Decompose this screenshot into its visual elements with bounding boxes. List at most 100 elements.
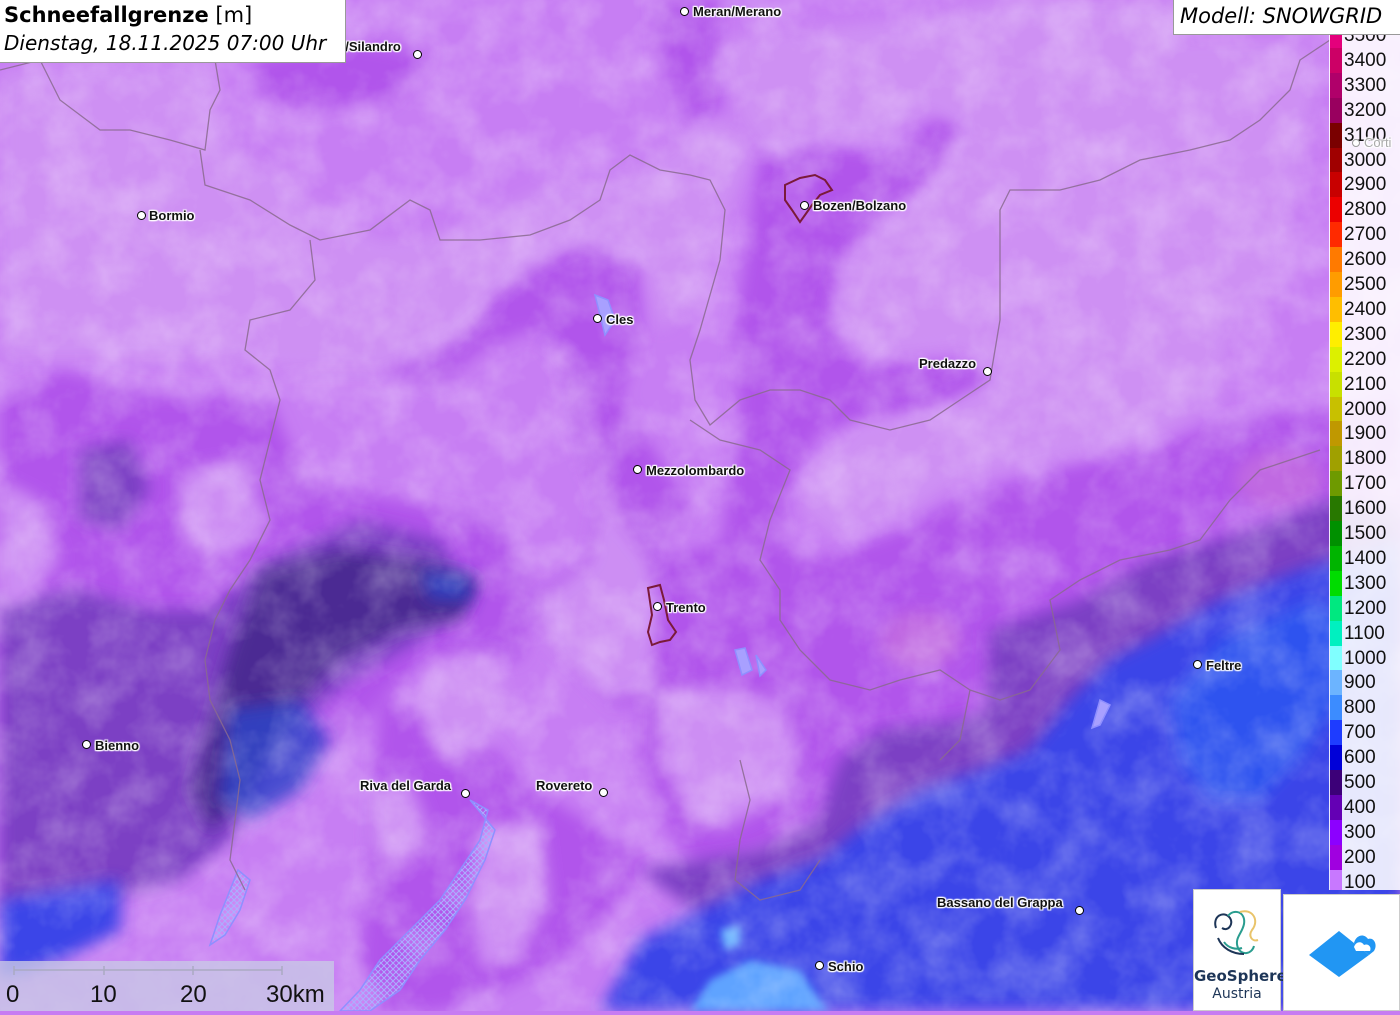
city-dot-bienno[interactable] <box>82 740 91 749</box>
legend-label: 700 <box>1344 722 1376 744</box>
city-dot-trento[interactable] <box>653 602 662 611</box>
legend-swatch <box>1330 122 1342 148</box>
geosphere-emblem-icon <box>1214 910 1259 955</box>
legend-swatch <box>1330 272 1342 297</box>
title-box: Schneefallgrenze [m] Dienstag, 18.11.202… <box>0 0 346 63</box>
scale-label-20: 20 <box>180 981 207 1008</box>
legend-row: 2800 <box>1329 197 1400 223</box>
legend-swatch <box>1330 72 1342 98</box>
legend-swatch <box>1330 496 1342 522</box>
legend-swatch <box>1330 844 1342 870</box>
legend-label: 800 <box>1344 697 1376 719</box>
legend-swatch <box>1330 371 1342 397</box>
legend-label: 3300 <box>1344 74 1387 96</box>
legend-label: 2500 <box>1344 274 1387 295</box>
legend-row: 1700 <box>1329 471 1400 497</box>
city-dot-bormio[interactable] <box>137 211 146 220</box>
city-label-bienno[interactable]: Bienno <box>95 739 139 753</box>
legend-swatch <box>1330 197 1342 223</box>
city-dot-schio[interactable] <box>815 961 824 970</box>
legend-row: 2100 <box>1329 371 1400 397</box>
scale-label-0: 0 <box>6 981 20 1008</box>
forecast-datetime: Dienstag, 18.11.2025 07:00 Uhr <box>4 31 327 55</box>
legend-label: 1700 <box>1344 473 1387 495</box>
city-dot-predazzo[interactable] <box>983 367 992 376</box>
legend-label: 2100 <box>1344 373 1387 395</box>
legend-row: 100 <box>1329 869 1400 890</box>
legend-swatch <box>1330 471 1342 497</box>
legend-swatch <box>1330 869 1342 890</box>
city-label-bolzano[interactable]: Bozen/Bolzano <box>813 199 906 213</box>
geosphere-logo-line1: GeoSphere <box>1194 967 1287 985</box>
legend-swatch <box>1330 745 1342 771</box>
city-label-predazzo[interactable]: Predazzo <box>919 357 976 371</box>
legend-swatch <box>1330 346 1342 372</box>
legend-swatch <box>1330 670 1342 696</box>
legend-row: 2400 <box>1329 296 1400 322</box>
scale-label-10: 10 <box>90 981 117 1008</box>
legend-label: 900 <box>1344 672 1376 694</box>
legend-label: 2800 <box>1344 199 1387 221</box>
city-label-feltre[interactable]: Feltre <box>1206 659 1241 673</box>
legend-swatch <box>1330 247 1342 273</box>
legend-swatch <box>1330 35 1342 48</box>
city-label-mezzolombardo[interactable]: Mezzolombardo <box>646 464 744 478</box>
legend-row: 800 <box>1329 695 1400 721</box>
city-dot-cles[interactable] <box>593 314 602 323</box>
legend-label: 1600 <box>1344 498 1387 520</box>
legend-label: 2300 <box>1344 323 1387 345</box>
legend-swatch <box>1330 620 1342 646</box>
scale-bar: 0 10 20 30km <box>0 961 334 1011</box>
legend-label: 1100 <box>1344 622 1385 644</box>
city-dot-bolzano[interactable] <box>800 201 809 210</box>
legend-row: 1400 <box>1329 545 1400 571</box>
snowline-map[interactable] <box>0 0 1400 1011</box>
city-label-riva[interactable]: Riva del Garda <box>360 779 451 793</box>
legend-row: 700 <box>1329 720 1400 746</box>
city-dot-rovereto[interactable] <box>599 788 608 797</box>
legend-label: 1500 <box>1344 523 1387 544</box>
legend-row: 2300 <box>1329 321 1400 347</box>
scale-label-30km: 30km <box>266 981 325 1008</box>
legend-label: 3500 <box>1344 35 1387 46</box>
city-label-merano[interactable]: Meran/Merano <box>693 5 781 19</box>
city-dot-feltre[interactable] <box>1193 660 1202 669</box>
city-label-rovereto[interactable]: Rovereto <box>536 779 592 793</box>
legend-swatch <box>1330 521 1342 546</box>
app-logo[interactable] <box>1283 894 1400 1011</box>
legend-label: 1000 <box>1344 647 1387 669</box>
legend-row: 3200 <box>1329 97 1400 123</box>
legend-label: 100 <box>1344 871 1376 890</box>
legend-row: 1000 <box>1329 645 1400 671</box>
city-dot-mezzolombardo[interactable] <box>633 465 642 474</box>
legend-label: 2000 <box>1344 398 1387 420</box>
city-label-bormio[interactable]: Bormio <box>149 209 195 223</box>
city-label-cortina[interactable]: Corti <box>1364 136 1391 150</box>
city-label-schio[interactable]: Schio <box>828 960 863 974</box>
legend-label: 3200 <box>1344 99 1387 121</box>
legend-swatch <box>1330 321 1342 347</box>
legend-row: 3300 <box>1329 72 1400 98</box>
legend-label: 1300 <box>1344 572 1387 594</box>
legend-swatch <box>1330 695 1342 721</box>
city-label-cles[interactable]: Cles <box>606 313 633 327</box>
city-dot-cortina[interactable] <box>1352 139 1360 147</box>
city-label-trento[interactable]: Trento <box>666 601 706 615</box>
city-label-bassano[interactable]: Bassano del Grappa <box>937 896 1063 910</box>
city-dot-silandro[interactable] <box>413 50 422 59</box>
legend-row: 2700 <box>1329 222 1400 248</box>
legend-label: 2400 <box>1344 298 1387 320</box>
city-label-silandro[interactable]: s/Silandro <box>338 40 401 54</box>
city-dot-merano[interactable] <box>680 7 689 16</box>
legend-swatch <box>1330 570 1342 596</box>
legend-row: 1200 <box>1329 595 1400 621</box>
city-dot-riva[interactable] <box>461 789 470 798</box>
geosphere-logo[interactable]: GeoSphere Austria <box>1193 889 1287 1011</box>
city-dot-bassano[interactable] <box>1075 906 1084 915</box>
legend-row: 300 <box>1329 819 1400 845</box>
legend-swatch <box>1330 222 1342 248</box>
legend-row: 3400 <box>1329 47 1400 73</box>
legend-label: 400 <box>1344 796 1376 818</box>
model-label: Modell: SNOWGRID <box>1173 0 1400 35</box>
legend-label: 2200 <box>1344 348 1387 370</box>
